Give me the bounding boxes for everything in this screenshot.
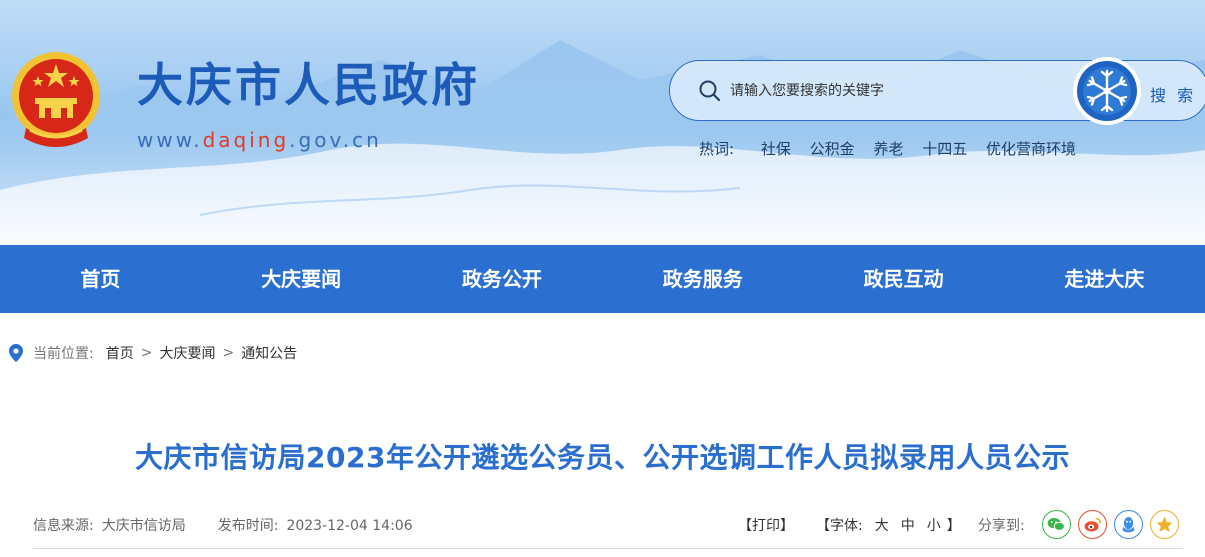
source-label: 信息来源:	[33, 518, 94, 534]
nav-item-open-government[interactable]: 政务公开	[402, 245, 603, 313]
nav-item-interaction[interactable]: 政民互动	[803, 245, 1004, 313]
date-label: 发布时间:	[217, 518, 279, 534]
main-nav: 首页 大庆要闻 政务公开 政务服务 政民互动 走进大庆	[0, 245, 1205, 313]
url-highlight: daqing	[202, 128, 290, 152]
article-title: 大庆市信访局2023年公开遴选公务员、公开选调工作人员拟录用人员公示	[135, 441, 1070, 474]
article-tools: 【打印】 【字体: 大 中 小 】	[738, 515, 961, 535]
breadcrumb-home[interactable]: 首页	[106, 343, 134, 363]
hot-words: 热词: 社保 公积金 养老 十四五 优化营商环境	[699, 138, 1090, 159]
site-url[interactable]: www.daqing.gov.cn	[137, 128, 382, 152]
article-meta: 信息来源: 大庆市信访局 发布时间: 2023-12-04 14:06	[33, 515, 445, 535]
qq-icon[interactable]	[1114, 510, 1143, 539]
location-pin-icon	[9, 344, 23, 362]
search-input[interactable]	[730, 79, 1050, 103]
url-suffix: .gov.cn	[289, 128, 382, 152]
nav-item-services[interactable]: 政务服务	[602, 245, 803, 313]
hot-word[interactable]: 十四五	[922, 140, 967, 158]
hot-word[interactable]: 优化营商环境	[986, 140, 1076, 158]
search-icon[interactable]	[698, 79, 722, 103]
url-prefix: www.	[137, 128, 203, 152]
hot-word[interactable]: 公积金	[810, 140, 855, 158]
hot-words-label: 热词:	[699, 140, 735, 158]
nav-item-news[interactable]: 大庆要闻	[201, 245, 402, 313]
font-size-medium[interactable]: 中	[901, 515, 915, 535]
font-size-close: 】	[946, 518, 961, 534]
search-button[interactable]: 搜 索	[1150, 82, 1196, 106]
breadcrumb-separator: >	[222, 345, 235, 361]
wechat-icon[interactable]	[1042, 510, 1071, 539]
font-size-label: 【字体:	[816, 518, 863, 534]
nav-item-about[interactable]: 走进大庆	[1004, 245, 1205, 313]
breadcrumb-news[interactable]: 大庆要闻	[159, 343, 215, 363]
font-size-large[interactable]: 大	[875, 515, 889, 535]
site-title[interactable]: 大庆市人民政府	[137, 62, 480, 108]
source-value: 大庆市信访局	[101, 518, 186, 534]
breadcrumb-separator: >	[140, 345, 153, 361]
national-emblem-icon	[12, 52, 100, 147]
breadcrumb: 当前位置: 首页 > 大庆要闻 > 通知公告	[9, 342, 297, 364]
banner-background	[0, 40, 1205, 245]
nav-item-home[interactable]: 首页	[0, 245, 201, 313]
meta-divider	[33, 548, 1183, 549]
print-button[interactable]: 【打印】	[738, 515, 794, 535]
date-value: 2023-12-04 14:06	[286, 518, 413, 534]
header-banner: 大庆市人民政府 www.daqing.gov.cn 搜 索 热词: 社保 公积金	[0, 0, 1205, 245]
hot-word[interactable]: 社保	[761, 140, 791, 158]
hot-word[interactable]: 养老	[873, 140, 903, 158]
breadcrumb-notices[interactable]: 通知公告	[241, 343, 297, 363]
snowflake-badge-icon[interactable]	[1071, 55, 1143, 127]
font-size-small[interactable]: 小	[927, 515, 941, 535]
qzone-icon[interactable]	[1150, 510, 1179, 539]
share-label: 分享到:	[978, 518, 1025, 534]
weibo-icon[interactable]	[1078, 510, 1107, 539]
breadcrumb-label: 当前位置:	[33, 346, 94, 362]
